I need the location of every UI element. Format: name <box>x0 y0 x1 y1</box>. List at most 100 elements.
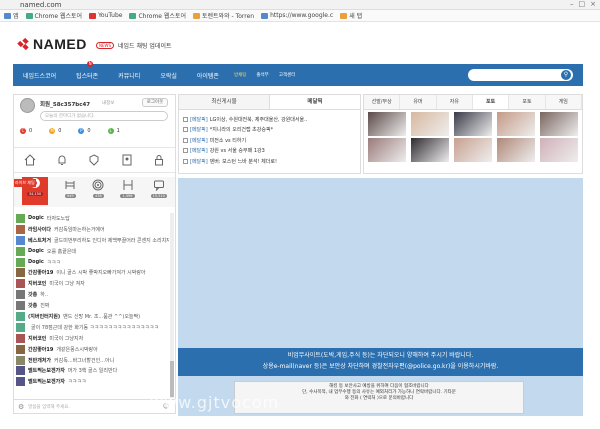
search-input[interactable]: ⚲ <box>468 69 573 81</box>
chat-message[interactable]: 갓총 하.. <box>14 289 169 300</box>
gallery-tab[interactable]: 포토 <box>509 95 546 109</box>
bookmark-item[interactable]: 토렌트와와 - Torren <box>193 11 254 20</box>
chat-nickname[interactable]: (지버인터지원) <box>28 313 60 320</box>
lock-icon[interactable] <box>153 154 165 166</box>
chat-nickname[interactable]: 지버코인 <box>28 335 46 342</box>
post-title[interactable]: 강원 vs 서울 승무패 1강3 <box>210 147 265 154</box>
chat-message[interactable]: Dogic 오를 홈끝은데 <box>14 246 169 257</box>
post-item[interactable]: [메달픽] 미전소 vs 티하기 <box>183 135 356 146</box>
post-title[interactable]: 미전소 vs 티하기 <box>210 137 246 144</box>
chat-message[interactable]: 지버코인 미국이 그냥 져자 <box>14 278 169 289</box>
chat-nickname[interactable]: 갓총 <box>28 302 37 309</box>
chat-message[interactable]: 베스트처거 골드미번부리하도 인디아 제백뿌끌어라 콘센지 소리치자 <box>14 235 169 246</box>
post-item[interactable]: [메달픽] *지니라의 오리건랩 초강승픽* <box>183 125 356 136</box>
site-logo[interactable]: NAMED <box>17 36 87 52</box>
tab-medal-picks[interactable]: 메달픽 <box>269 95 360 109</box>
chat-nickname[interactable]: 벨트찍는보겐가자 <box>28 367 65 374</box>
chat-message[interactable]: Dogic 타자도노답 <box>14 213 169 224</box>
post-item[interactable]: [메달픽] 강원 vs 서울 승무패 1강3 <box>183 146 356 157</box>
home-icon[interactable] <box>24 154 36 166</box>
chat-nickname[interactable]: Dogic <box>28 215 44 221</box>
bell-icon[interactable] <box>56 154 68 166</box>
gallery-tab[interactable]: 게임 <box>545 95 582 109</box>
photo-thumbnail[interactable] <box>454 138 492 162</box>
bookmark-item[interactable]: 새 탭 <box>340 11 362 20</box>
bookmark-item[interactable]: https://www.google.c <box>261 12 333 19</box>
point-item[interactable]: M0 <box>49 128 61 134</box>
chat-nickname[interactable]: Dogic <box>28 248 44 254</box>
chat-message[interactable]: 골이 78점근데 강한 화기동 ㅋㅋㅋㅋㅋㅋㅋㅋㅋㅋㅋㅋㅋㅋㅋ <box>14 322 169 333</box>
my-info-link[interactable]: 내정보 <box>102 100 114 106</box>
chat-message[interactable]: 간감좋아19 개같은몽스시박랑아 <box>14 344 169 355</box>
photo-thumbnail[interactable] <box>540 138 578 162</box>
nav-sub-item[interactable]: 방채팅 <box>229 72 251 78</box>
logout-button[interactable]: 로그아웃 <box>142 98 168 107</box>
tab-latest-posts[interactable]: 최신게시물 <box>179 95 269 109</box>
photo-thumbnail[interactable] <box>368 112 406 136</box>
point-item[interactable]: C0 <box>20 128 32 134</box>
nav-sub-item[interactable]: 출석부 <box>251 72 273 78</box>
url-text[interactable]: named.com <box>20 1 61 9</box>
gallery-tab[interactable]: 선발/부상 <box>364 95 401 109</box>
status-message-field[interactable]: 오늘의 한마디가 없습니다. <box>40 111 168 121</box>
bookmark-item[interactable]: YouTube <box>89 12 122 19</box>
chat-nickname[interactable]: 전반개처가 <box>28 357 51 364</box>
chat-scrollbar[interactable] <box>170 213 174 398</box>
gallery-tab[interactable]: 유머 <box>400 95 437 109</box>
photo-thumbnail[interactable] <box>540 112 578 136</box>
bookmark-item[interactable]: Chrome 웹스토어 <box>129 11 186 20</box>
chat-message[interactable]: 라임사이다 커감독임마는하는거에어 <box>14 224 169 235</box>
badge-icon[interactable] <box>88 154 100 166</box>
nav-item[interactable]: 오락실 <box>150 71 187 80</box>
maximize-icon[interactable]: □ <box>579 0 586 8</box>
chat-message[interactable]: 간감좋아19 이니 골스 시박 좋박지오빠가져가 시박랑아 <box>14 267 169 278</box>
nav-sub-item[interactable]: 고객센터 <box>274 72 301 78</box>
photo-thumbnail[interactable] <box>497 112 535 136</box>
chat-nickname[interactable]: 라임사이다 <box>28 226 51 233</box>
point-item[interactable]: L1 <box>107 128 120 134</box>
search-icon[interactable]: ⚲ <box>561 70 571 80</box>
post-title[interactable]: 덴버: 보스턴 느바 분석! 체더로! <box>210 158 277 165</box>
chat-nickname[interactable]: 갓총 <box>28 291 37 298</box>
post-title[interactable]: *지니라의 오리건랩 초강승픽* <box>210 126 273 133</box>
chat-message[interactable]: 벨트찍는보겐가자 머가 3핵 골스 일리반다 <box>14 365 169 376</box>
chat-tab-target[interactable]: 438 <box>92 179 104 198</box>
chat-message[interactable]: (지버인터지원) 밴드 신망 Mr. 조...품관 ^^)오늘짝) <box>14 311 169 322</box>
news-headline[interactable]: 네임드 채팅 업데이트 <box>118 41 172 50</box>
profile-card-icon[interactable] <box>121 154 133 166</box>
chat-nickname[interactable]: 간감좋아19 <box>28 269 53 276</box>
chat-message[interactable]: 벨트찍는보겐가자 ㅋㅋㅋㅋ <box>14 376 169 387</box>
photo-thumbnail[interactable] <box>411 138 449 162</box>
post-title[interactable]: LG이상, 수원대전북, 제주대울산, 강원대서울.. <box>210 116 308 123</box>
post-item[interactable]: [메달픽] 덴버: 보스턴 느바 분석! 체더로! <box>183 156 356 167</box>
chat-nickname[interactable]: 벨트찍는보겐가자 <box>28 378 65 385</box>
gallery-tab[interactable]: 자유 <box>436 95 473 109</box>
close-icon[interactable]: × <box>590 0 596 8</box>
nav-item[interactable]: 네임드스코어 <box>13 71 66 80</box>
settings-icon[interactable]: ⚙ <box>18 403 24 411</box>
chat-message[interactable]: 갓총 진짜 <box>14 300 169 311</box>
chat-message[interactable]: 지버코인 미국이 그냥지자 <box>14 333 169 344</box>
post-item[interactable]: [메달픽] LG이상, 수원대전북, 제주대울산, 강원대서울.. <box>183 114 356 125</box>
minimize-icon[interactable]: – <box>570 0 574 8</box>
photo-thumbnail[interactable] <box>411 112 449 136</box>
nav-item[interactable]: 아이템존 <box>187 71 229 80</box>
bookmark-item[interactable]: 앱 <box>4 11 19 20</box>
chat-nickname[interactable]: 간감좋아19 <box>28 346 53 353</box>
bookmark-item[interactable]: Chrome 웹스토어 <box>25 11 82 20</box>
chat-nickname[interactable]: 지버코인 <box>28 280 46 287</box>
avatar[interactable] <box>20 98 35 113</box>
nav-item[interactable]: 커뮤니티 <box>108 71 150 80</box>
chat-message[interactable]: Dogic ㅋㅋㅋ <box>14 257 169 268</box>
nav-item[interactable]: 팁스터존 <box>66 73 108 80</box>
chat-tab-baseball[interactable]: 949 <box>64 179 76 198</box>
chat-message[interactable]: 전반개처가 커감독...바그너할건인...아니 <box>14 355 169 366</box>
photo-thumbnail[interactable] <box>454 112 492 136</box>
chat-nickname[interactable]: Dogic <box>28 259 44 265</box>
point-item[interactable]: P0 <box>78 128 91 134</box>
scrollbar-thumb[interactable] <box>170 361 174 397</box>
browser-address-bar[interactable]: named.com – □ × <box>0 0 600 10</box>
photo-thumbnail[interactable] <box>368 138 406 162</box>
chat-tab-talk[interactable]: 15,510 <box>150 179 167 198</box>
chat-tab-goal[interactable]: 1,596 <box>120 179 135 198</box>
